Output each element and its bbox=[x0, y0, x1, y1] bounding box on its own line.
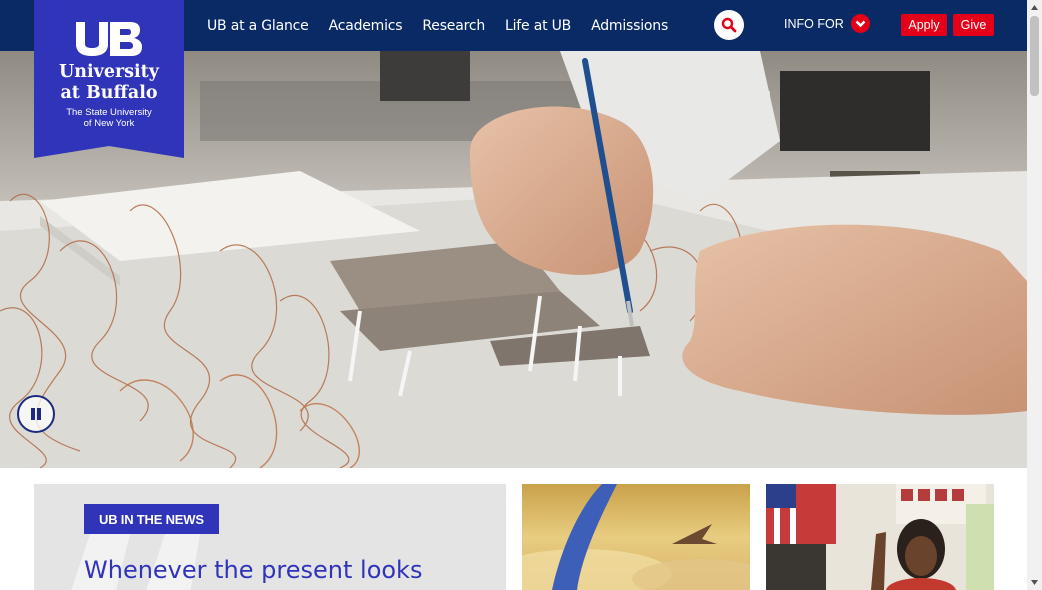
logo-university-line1: University bbox=[59, 62, 159, 82]
scrollbar-thumb[interactable] bbox=[1030, 16, 1039, 96]
logo-sub-line1: The State University bbox=[66, 107, 152, 118]
apply-button[interactable]: Apply bbox=[901, 14, 947, 36]
feature-card-teacher[interactable] bbox=[766, 484, 994, 590]
pause-icon bbox=[31, 408, 41, 420]
page: UB at a Glance Academics Research Life a… bbox=[0, 0, 1042, 590]
nav-item-ub-at-a-glance[interactable]: UB at a Glance bbox=[207, 18, 309, 34]
logo-sub-line2: of New York bbox=[83, 118, 135, 129]
ub-monogram-icon bbox=[76, 22, 142, 56]
chevron-down-icon bbox=[850, 14, 870, 33]
info-for-label: INFO FOR bbox=[784, 16, 844, 31]
nav-item-admissions[interactable]: Admissions bbox=[591, 18, 668, 34]
logo-state-university: The State University of New York bbox=[34, 107, 184, 129]
nav-item-research[interactable]: Research bbox=[422, 18, 485, 34]
feature-card-airplane[interactable] bbox=[522, 484, 750, 590]
logo-university-line2: at Buffalo bbox=[60, 83, 158, 103]
vertical-scrollbar[interactable] bbox=[1027, 0, 1042, 590]
main-nav: UB at a Glance Academics Research Life a… bbox=[207, 0, 668, 51]
airplane-in-sunset-photo bbox=[522, 484, 750, 590]
search-icon bbox=[721, 17, 737, 33]
pause-button[interactable] bbox=[17, 395, 55, 433]
logo-university-name: University at Buffalo bbox=[34, 62, 184, 104]
news-card[interactable]: UB IN THE NEWS Whenever the present look… bbox=[34, 484, 506, 590]
nav-item-academics[interactable]: Academics bbox=[329, 18, 403, 34]
ub-logo[interactable]: University at Buffalo The State Universi… bbox=[34, 0, 184, 158]
scroll-down-arrow-icon[interactable] bbox=[1027, 575, 1042, 590]
scroll-up-arrow-icon[interactable] bbox=[1027, 0, 1042, 15]
give-button[interactable]: Give bbox=[953, 14, 994, 36]
news-badge: UB IN THE NEWS bbox=[84, 504, 219, 534]
info-for-dropdown[interactable]: INFO FOR bbox=[784, 14, 870, 33]
news-quote: Whenever the present looks bbox=[84, 556, 423, 584]
teacher-in-classroom-photo bbox=[766, 484, 994, 590]
nav-item-life-at-ub[interactable]: Life at UB bbox=[505, 18, 571, 34]
search-button[interactable] bbox=[714, 10, 744, 40]
